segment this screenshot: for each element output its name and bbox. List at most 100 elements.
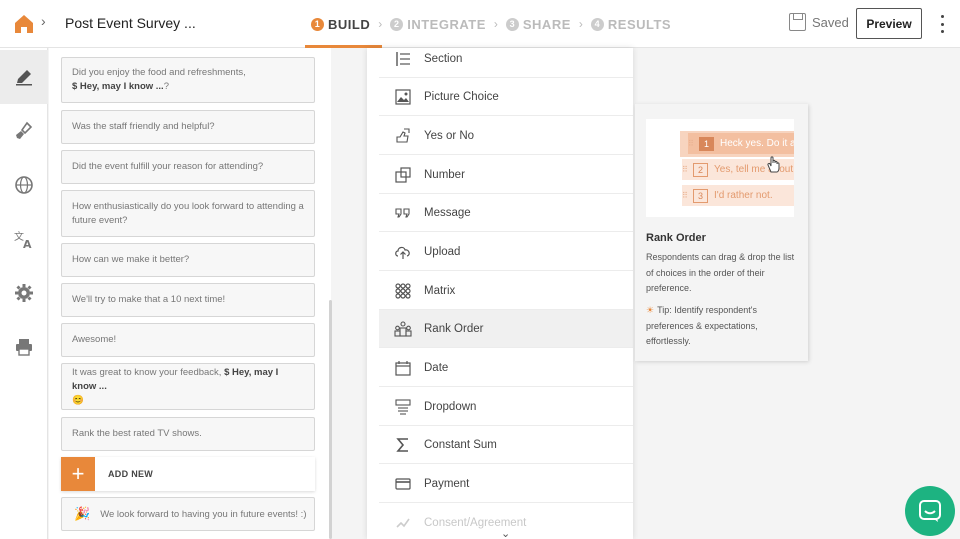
preview-tip: ☀ Tip: Identify respondent's preferences … — [646, 303, 798, 350]
drag-handle-icon: ⠿ — [682, 165, 688, 174]
hand-cursor-icon — [766, 155, 782, 178]
menu-item-message[interactable]: Message — [379, 194, 633, 232]
question-card[interactable]: Was the staff friendly and helpful? — [61, 110, 315, 144]
question-text-part: Did you enjoy the food and refreshments, — [72, 67, 246, 78]
tab-build[interactable]: 1 BUILD — [305, 0, 383, 48]
menu-item-date[interactable]: Date — [379, 349, 633, 387]
smile-emoji-icon: 😊 — [72, 394, 84, 406]
rank-option-text: I'd rather not. — [714, 190, 773, 201]
translate-icon[interactable]: 文A — [0, 212, 48, 266]
menu-item-picture-choice[interactable]: Picture Choice — [379, 78, 633, 116]
chevron-right-icon: › — [378, 17, 383, 31]
svg-text:A: A — [23, 238, 32, 249]
edit-icon[interactable] — [0, 50, 48, 104]
calendar-icon — [394, 359, 412, 377]
question-card[interactable]: How enthusiastically do you look forward… — [61, 190, 315, 237]
question-card[interactable]: Did the event fulfill your reason for at… — [61, 150, 315, 184]
question-text: Did the event fulfill your reason for at… — [72, 161, 264, 172]
menu-item-label: Matrix — [424, 284, 456, 297]
quote-icon — [394, 204, 412, 222]
chat-icon — [919, 500, 941, 522]
preview-tip-text: Tip: Identify respondent's preferences &… — [646, 305, 758, 346]
tab-label: INTEGRATE — [407, 16, 486, 32]
survey-title[interactable]: Post Event Survey ... — [65, 15, 196, 31]
preview-description: Respondents can drag & drop the list of … — [646, 252, 795, 293]
end-message-card[interactable]: 🎉 We look forward to having you in futur… — [61, 497, 315, 531]
end-message-text: We look forward to having you in future … — [100, 508, 307, 520]
question-text: Rank the best rated TV shows. — [72, 428, 202, 439]
party-popper-icon: 🎉 — [74, 506, 91, 521]
step-number: 1 — [311, 17, 324, 31]
plus-icon: + — [61, 457, 95, 491]
menu-item-constant-sum[interactable]: Constant Sum — [379, 426, 633, 464]
question-text: It was great to know your feedback, $ He… — [72, 366, 304, 408]
paint-brush-icon[interactable] — [0, 104, 48, 158]
chevron-right-icon: › — [578, 17, 583, 31]
rank-order-icon — [394, 320, 412, 338]
question-text: How can we make it better? — [72, 254, 190, 265]
question-text: How enthusiastically do you look forward… — [72, 200, 304, 226]
menu-item-matrix[interactable]: Matrix — [379, 272, 633, 310]
globe-icon[interactable] — [0, 158, 48, 212]
preview-title: Rank Order — [646, 232, 706, 244]
question-card[interactable]: We'll try to make that a 10 next time! — [61, 283, 315, 317]
lightbulb-icon: ☀ — [646, 305, 655, 315]
rank-option: ⠿ 1 Heck yes. Do it al — [688, 133, 794, 154]
question-text: Awesome! — [72, 334, 117, 345]
menu-item-label: Section — [424, 52, 463, 65]
question-card[interactable]: Awesome! — [61, 323, 315, 357]
add-new-button[interactable]: + ADD NEW — [61, 457, 315, 491]
rank-option-text: Heck yes. Do it al — [720, 138, 794, 149]
card-icon — [394, 475, 412, 493]
home-icon[interactable] — [12, 12, 36, 36]
chevron-right-icon: › — [41, 13, 46, 29]
menu-item-label: Upload — [424, 245, 461, 258]
menu-item-yes-or-no[interactable]: Yes or No — [379, 117, 633, 155]
question-text: Did you enjoy the food and refreshments,… — [72, 66, 246, 94]
step-number: 2 — [390, 17, 404, 31]
menu-item-label: Yes or No — [424, 129, 475, 142]
left-rail: 文A — [0, 48, 48, 539]
question-type-preview-card: ⠿ 1 Heck yes. Do it al ⠿ 2 Yes, tell me … — [635, 104, 808, 361]
preview-button[interactable]: Preview — [856, 8, 922, 39]
step-number: 3 — [505, 17, 519, 31]
more-options-icon[interactable] — [938, 15, 946, 33]
number-icon — [394, 166, 412, 184]
menu-item-label: Dropdown — [424, 400, 477, 413]
chevron-down-icon[interactable]: ⌄ — [501, 527, 510, 539]
add-new-label: ADD NEW — [108, 469, 154, 479]
menu-item-upload[interactable]: Upload — [379, 233, 633, 271]
menu-item-label: Message — [424, 206, 471, 219]
rank-number: 2 — [693, 162, 708, 177]
menu-item-label: Constant Sum — [424, 438, 497, 451]
rank-number: 3 — [693, 188, 708, 203]
tab-label: SHARE — [522, 16, 571, 32]
cloud-upload-icon — [394, 243, 412, 261]
gear-icon[interactable] — [0, 266, 48, 320]
picture-icon — [394, 88, 412, 106]
saved-label: Saved — [812, 14, 849, 30]
menu-item-section[interactable]: Section — [379, 40, 633, 78]
rank-order-illustration: ⠿ 1 Heck yes. Do it al ⠿ 2 Yes, tell me … — [646, 119, 794, 217]
printer-icon[interactable] — [0, 320, 48, 374]
question-card[interactable]: It was great to know your feedback, $ He… — [61, 363, 315, 410]
menu-item-label: Rank Order — [424, 322, 484, 335]
menu-item-payment[interactable]: Payment — [379, 465, 633, 503]
sigma-icon — [394, 436, 412, 454]
question-card[interactable]: Did you enjoy the food and refreshments,… — [61, 57, 315, 103]
rank-number: 1 — [699, 136, 714, 151]
tab-label: BUILD — [328, 16, 371, 32]
menu-item-label: Picture Choice — [424, 90, 499, 103]
question-text: We'll try to make that a 10 next time! — [72, 294, 226, 305]
question-card[interactable]: How can we make it better? — [61, 243, 315, 277]
scrollbar[interactable] — [329, 300, 332, 539]
menu-item-dropdown[interactable]: Dropdown — [379, 388, 633, 426]
chevron-right-icon: › — [493, 17, 498, 31]
question-card[interactable]: Rank the best rated TV shows. — [61, 417, 315, 451]
menu-item-number[interactable]: Number — [379, 156, 633, 194]
chat-support-button[interactable] — [905, 486, 955, 536]
tab-label: RESULTS — [607, 16, 672, 32]
menu-item-rank-order[interactable]: Rank Order — [379, 310, 633, 348]
menu-item-label: Payment — [424, 477, 470, 490]
menu-item-label: Number — [424, 168, 465, 181]
